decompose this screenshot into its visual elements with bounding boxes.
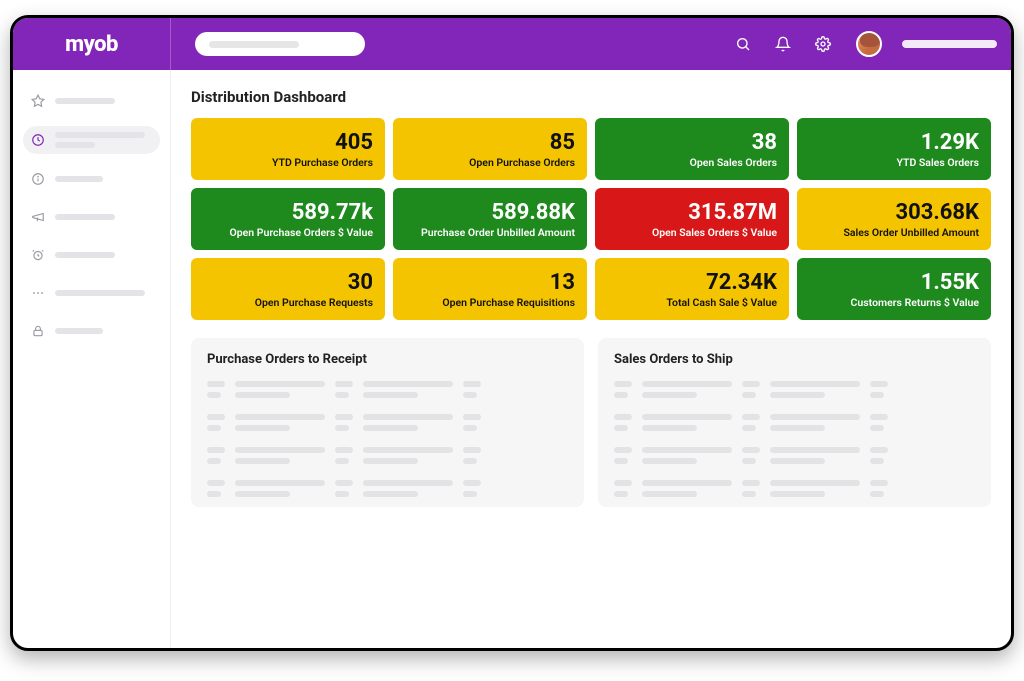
- app-header: myob: [13, 18, 1011, 70]
- table-row: [207, 414, 568, 431]
- panel-title: Purchase Orders to Receipt: [207, 352, 568, 367]
- kpi-open-purchase-requests[interactable]: 30 Open Purchase Requests: [191, 258, 385, 320]
- clock-icon: [31, 133, 45, 147]
- kpi-so-unbilled-amount[interactable]: 303.68K Sales Order Unbilled Amount: [797, 188, 991, 250]
- nav-label-skeleton: [55, 214, 115, 220]
- nav-label-skeleton: [55, 176, 103, 182]
- kpi-label: Customers Returns $ Value: [809, 296, 979, 309]
- kpi-value: 303.68K: [809, 201, 979, 224]
- kpi-label: YTD Purchase Orders: [203, 156, 373, 169]
- app-body: Distribution Dashboard 405 YTD Purchase …: [13, 70, 1011, 648]
- kpi-total-cash-sale-value[interactable]: 72.34K Total Cash Sale $ Value: [595, 258, 789, 320]
- nav-label-skeleton: [55, 132, 145, 138]
- kpi-po-unbilled-amount[interactable]: 589.88K Purchase Order Unbilled Amount: [393, 188, 587, 250]
- kpi-label: Sales Order Unbilled Amount: [809, 226, 979, 239]
- star-icon: [31, 94, 45, 108]
- kpi-value: 72.34K: [607, 271, 777, 294]
- nav-label-skeleton: [55, 290, 145, 296]
- kpi-value: 405: [203, 131, 373, 154]
- table-row: [207, 447, 568, 464]
- info-icon: [31, 172, 45, 186]
- table-row: [207, 381, 568, 398]
- table-skeleton: [207, 381, 568, 497]
- table-skeleton: [614, 381, 975, 497]
- user-name-skeleton: [902, 40, 997, 48]
- kpi-label: Open Purchase Requests: [203, 296, 373, 309]
- kpi-open-purchase-requisitions[interactable]: 13 Open Purchase Requisitions: [393, 258, 587, 320]
- sidebar-item-more[interactable]: [23, 280, 160, 306]
- sidebar: [13, 70, 171, 648]
- kpi-label: Open Purchase Requisitions: [405, 296, 575, 309]
- kpi-label: Open Purchase Orders: [405, 156, 575, 169]
- panel-purchase-orders-to-receipt: Purchase Orders to Receipt: [191, 338, 584, 507]
- kpi-label: Open Sales Orders: [607, 156, 777, 169]
- kpi-label: Open Purchase Orders $ Value: [203, 226, 373, 239]
- kpi-value: 1.55K: [809, 271, 979, 294]
- avatar[interactable]: [856, 31, 882, 57]
- search-placeholder-skeleton: [209, 41, 299, 48]
- kpi-ytd-purchase-orders[interactable]: 405 YTD Purchase Orders: [191, 118, 385, 180]
- gear-icon[interactable]: [814, 35, 832, 53]
- kpi-label: Total Cash Sale $ Value: [607, 296, 777, 309]
- nav-label-skeleton: [55, 252, 115, 258]
- kpi-value: 13: [405, 271, 575, 294]
- table-row: [614, 480, 975, 497]
- kpi-customer-returns-value[interactable]: 1.55K Customers Returns $ Value: [797, 258, 991, 320]
- nav-label-skeleton: [55, 328, 103, 334]
- panels-row: Purchase Orders to Receipt: [191, 338, 991, 507]
- table-row: [614, 447, 975, 464]
- main-content: Distribution Dashboard 405 YTD Purchase …: [171, 70, 1011, 648]
- sidebar-item-favorites[interactable]: [23, 88, 160, 114]
- nav-label-skeleton: [55, 98, 115, 104]
- sidebar-item-alarm[interactable]: [23, 242, 160, 268]
- table-row: [614, 381, 975, 398]
- kpi-open-sales-orders[interactable]: 38 Open Sales Orders: [595, 118, 789, 180]
- panel-sales-orders-to-ship: Sales Orders to Ship: [598, 338, 991, 507]
- table-row: [614, 414, 975, 431]
- kpi-value: 1.29K: [809, 131, 979, 154]
- kpi-value: 315.87M: [607, 201, 777, 224]
- app-window: myob: [10, 15, 1014, 651]
- sidebar-item-info[interactable]: [23, 166, 160, 192]
- sidebar-item-recent[interactable]: [23, 126, 160, 154]
- kpi-value: 589.77k: [203, 201, 373, 224]
- nav-label-skeleton: [55, 142, 95, 148]
- kpi-value: 85: [405, 131, 575, 154]
- page-title: Distribution Dashboard: [191, 88, 991, 106]
- kpi-label: YTD Sales Orders: [809, 156, 979, 169]
- lock-icon: [31, 324, 45, 338]
- megaphone-icon: [31, 210, 45, 224]
- sidebar-item-security[interactable]: [23, 318, 160, 344]
- kpi-value: 38: [607, 131, 777, 154]
- table-row: [207, 480, 568, 497]
- sidebar-item-announce[interactable]: [23, 204, 160, 230]
- kpi-open-so-value[interactable]: 315.87M Open Sales Orders $ Value: [595, 188, 789, 250]
- kpi-open-po-value[interactable]: 589.77k Open Purchase Orders $ Value: [191, 188, 385, 250]
- more-icon: [31, 286, 45, 300]
- kpi-open-purchase-orders[interactable]: 85 Open Purchase Orders: [393, 118, 587, 180]
- kpi-value: 589.88K: [405, 201, 575, 224]
- kpi-ytd-sales-orders[interactable]: 1.29K YTD Sales Orders: [797, 118, 991, 180]
- panel-title: Sales Orders to Ship: [614, 352, 975, 367]
- kpi-value: 30: [203, 271, 373, 294]
- alarm-icon: [31, 248, 45, 262]
- brand-logo: myob: [65, 32, 118, 57]
- kpi-label: Open Sales Orders $ Value: [607, 226, 777, 239]
- search-input[interactable]: [195, 32, 365, 56]
- bell-icon[interactable]: [774, 35, 792, 53]
- search-icon[interactable]: [734, 35, 752, 53]
- kpi-grid: 405 YTD Purchase Orders 85 Open Purchase…: [191, 118, 991, 320]
- kpi-label: Purchase Order Unbilled Amount: [405, 226, 575, 239]
- logo-container: myob: [13, 18, 171, 70]
